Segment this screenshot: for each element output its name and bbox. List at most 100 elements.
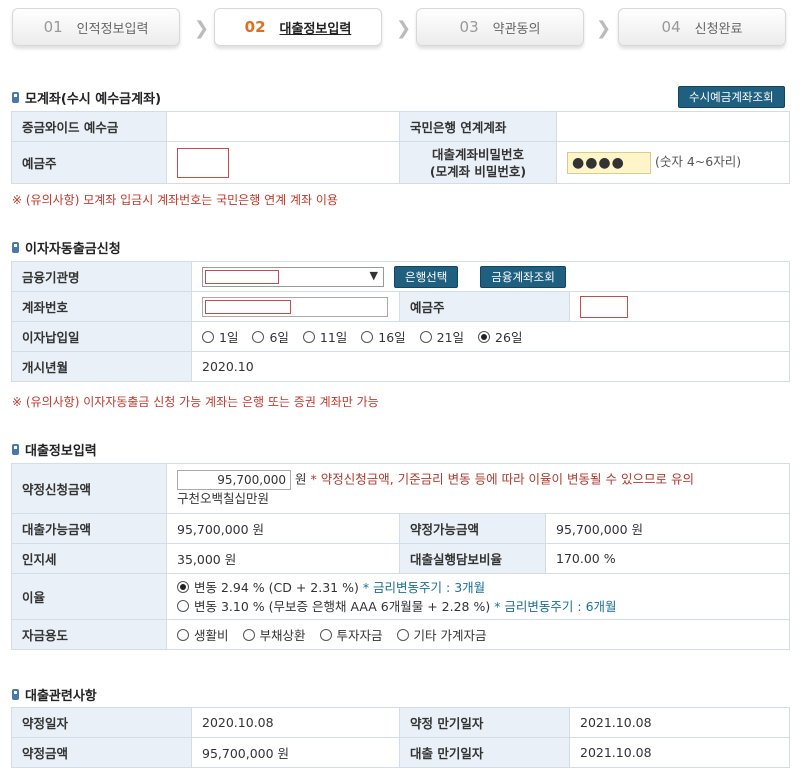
loan-related-title-text: 대출관련사항 [25, 689, 97, 704]
loan-password-label-line1: 대출계좌비밀번호 [431, 146, 524, 162]
purpose-option-debt[interactable]: 부채상환 [242, 628, 306, 643]
apply-amount-note: * 약정신청금액, 기준금리 변동 등에 따라 이율이 변동될 수 있으므로 유… [310, 471, 694, 486]
mother-account-table: 증금와이드 예수금 국민은행 연계계좌 예금주 대출계좌비밀번호 (모계좌 비밀… [11, 111, 790, 184]
start-month-label: 개시년월 [11, 351, 192, 382]
contract-maturity-value: 2021.10.08 [569, 707, 790, 738]
bank-select[interactable]: ▼ [202, 267, 384, 287]
financial-account-lookup-button[interactable]: 금융계좌조회 [480, 265, 566, 288]
bank-select-highlight [205, 270, 279, 284]
account-number-label: 계좌번호 [11, 291, 192, 322]
radio-icon[interactable] [242, 629, 255, 641]
collateral-ratio-label: 대출실행담보비율 [399, 543, 546, 574]
holder-field[interactable] [580, 295, 628, 318]
loan-info-table: 약정신청금액 95,700,000 원 * 약정신청금액, 기준금리 변동 등에… [11, 463, 790, 650]
radio-selected-icon[interactable] [177, 580, 189, 593]
radio-icon[interactable] [361, 331, 374, 343]
rate-option-2-note: * 금리변동주기 : 6개월 [494, 598, 617, 614]
pay-day-option-26[interactable]: 26일 [478, 330, 522, 345]
loan-password-cell: ●●●● (숫자 4~6자리) [556, 141, 790, 184]
account-number-input[interactable] [202, 296, 388, 317]
holder-label: 예금주 [399, 291, 570, 322]
radio-icon[interactable] [319, 629, 332, 641]
linked-account-label: 국민은행 연계계좌 [399, 111, 557, 142]
radio-icon[interactable] [177, 599, 189, 612]
auto-interest-title: 이자자동출금신청 [12, 238, 121, 257]
linked-account-value [556, 111, 790, 142]
section-bullet-icon [12, 92, 19, 103]
contract-available-value: 95,700,000 원 [545, 513, 790, 544]
contract-maturity-label: 약정 만기일자 [399, 707, 570, 738]
step-4: 04 신청완료 [618, 8, 786, 46]
pay-day-option-6[interactable]: 6일 [252, 330, 289, 345]
rate-option-1-note: * 금리변동주기 : 3개월 [362, 579, 486, 595]
account-number-highlight [205, 299, 291, 314]
step-3-label: 약관동의 [492, 21, 541, 37]
rate-option-2[interactable]: 변동 3.10 % (무보증 은행채 AAA 6개월물 + 2.28 %) * … [177, 597, 779, 616]
radio-icon[interactable] [252, 331, 265, 343]
purpose-options: 생활비 부채상환 투자자금 기타 가계자금 [166, 619, 790, 650]
pay-day-option-21[interactable]: 21일 [419, 330, 464, 345]
apply-amount-input[interactable]: 95,700,000 [177, 469, 291, 490]
stamp-tax-label: 인지세 [11, 543, 167, 574]
radio-icon[interactable] [302, 331, 315, 343]
step-2-number: 02 [244, 18, 266, 36]
section-bullet-icon [12, 444, 19, 455]
rate-option-1[interactable]: 변동 2.94 % (CD + 2.31 %) * 금리변동주기 : 3개월 [177, 578, 779, 597]
radio-icon[interactable] [202, 331, 214, 343]
auto-interest-table: 금융기관명 ▼ 은행선택 금융계좌조회 계좌번호 예금주 이자납입일 1일 6일… [11, 261, 790, 382]
contract-date-value: 2020.10.08 [191, 707, 400, 738]
mother-account-note: ※ (유의사항) 모계좌 입금시 계좌번호는 국민은행 연계 계좌 이용 [12, 193, 338, 207]
loan-maturity-label: 대출 만기일자 [399, 737, 570, 768]
chevron-right-icon: ❯ [396, 18, 412, 39]
account-holder-field[interactable] [177, 147, 229, 178]
purpose-option-invest[interactable]: 투자자금 [319, 628, 383, 643]
step-bar: 01 인적정보입력 ❯ 02 대출정보입력 ❯ 03 약관동의 ❯ 04 신청완… [12, 8, 792, 50]
pay-day-option-1[interactable]: 1일 [202, 330, 238, 345]
step-2: 02 대출정보입력 [214, 8, 382, 46]
section-bullet-icon [12, 242, 19, 253]
auto-interest-title-text: 이자자동출금신청 [25, 242, 121, 257]
step-2-label: 대출정보입력 [279, 21, 352, 37]
contract-amount-value: 95,700,000 원 [191, 737, 400, 768]
purpose-option-other[interactable]: 기타 가계자금 [396, 628, 486, 643]
apply-amount-cell: 95,700,000 원 * 약정신청금액, 기준금리 변동 등에 따라 이율이… [166, 463, 790, 514]
step-1: 01 인적정보입력 [12, 8, 180, 46]
loan-info-title-text: 대출정보입력 [25, 444, 97, 459]
account-holder-label: 예금주 [11, 141, 167, 184]
loan-related-table: 약정일자 2020.10.08 약정 만기일자 2021.10.08 약정금액 … [11, 707, 790, 768]
stamp-tax-value: 35,000 원 [166, 543, 400, 574]
contract-date-label: 약정일자 [11, 707, 192, 738]
radio-selected-icon[interactable] [478, 331, 491, 343]
deposit-account-lookup-button[interactable]: 수시예금계좌조회 [678, 86, 785, 108]
apply-amount-korean: 구천오백칠십만원 [177, 490, 270, 506]
loan-related-title: 대출관련사항 [12, 685, 97, 704]
rate-label: 이율 [11, 573, 167, 620]
available-amount-label: 대출가능금액 [11, 513, 167, 544]
step-1-number: 01 [43, 18, 63, 36]
step-3-number: 03 [459, 18, 479, 36]
purpose-option-living[interactable]: 생활비 [177, 628, 229, 643]
radio-icon[interactable] [177, 629, 189, 641]
mother-account-title: 모계좌(수시 예수금계좌) [12, 88, 161, 107]
apply-amount-unit: 원 [294, 471, 307, 486]
step-4-number: 04 [661, 18, 681, 36]
section-bullet-icon [12, 689, 19, 700]
pay-day-options: 1일 6일 11일 16일 21일 26일 [191, 321, 790, 352]
purpose-label: 자금용도 [11, 619, 167, 650]
chevron-down-icon: ▼ [369, 269, 378, 282]
apply-amount-label: 약정신청금액 [11, 463, 167, 514]
chevron-right-icon: ❯ [194, 18, 210, 39]
radio-icon[interactable] [419, 331, 432, 343]
contract-available-label: 약정가능금액 [399, 513, 546, 544]
radio-icon[interactable] [396, 629, 409, 641]
pay-day-label: 이자납입일 [11, 321, 192, 352]
loan-password-input[interactable]: ●●●● [567, 151, 651, 174]
account-number-cell [191, 291, 400, 322]
bank-name-label: 금융기관명 [11, 261, 192, 292]
wide-deposit-label: 증금와이드 예수금 [11, 111, 167, 142]
step-3: 03 약관동의 [416, 8, 584, 46]
pay-day-option-16[interactable]: 16일 [361, 330, 406, 345]
bank-select-button[interactable]: 은행선택 [393, 265, 459, 288]
pay-day-option-11[interactable]: 11일 [302, 330, 347, 345]
collateral-ratio-value: 170.00 % [545, 543, 790, 574]
